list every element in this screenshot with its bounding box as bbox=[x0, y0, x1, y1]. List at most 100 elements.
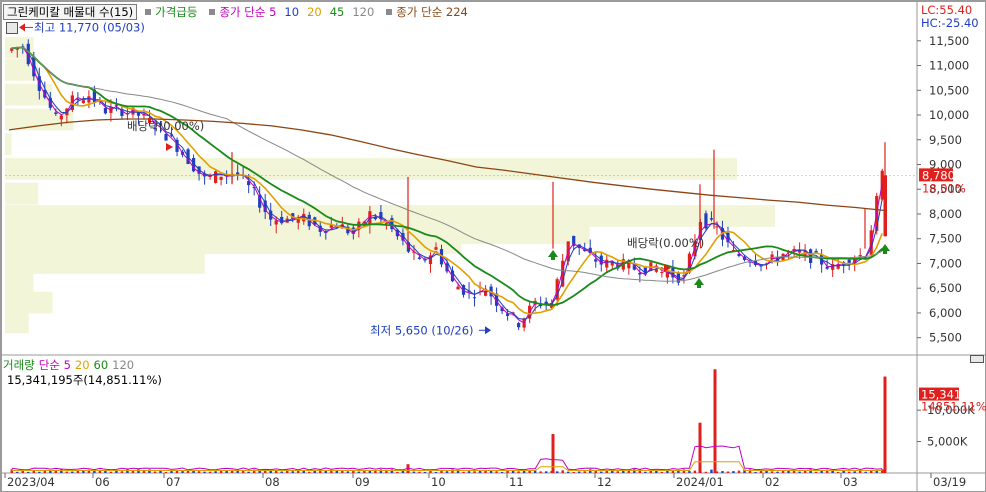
legend-square-icon bbox=[386, 9, 393, 15]
volume-bar bbox=[60, 469, 63, 473]
volume-bar bbox=[627, 470, 631, 473]
stock-chart[interactable]: 11,500 11,000 10,500 10,000 9,500 9,000 8,500 8… bbox=[0, 0, 986, 492]
price-tick-label: 7,500 bbox=[929, 232, 962, 246]
indicator-legend: 가격급등 종가 단순 5 10 20 45 120 종가 단순 224 bbox=[141, 4, 476, 20]
volume-bar bbox=[754, 472, 757, 473]
legend-item[interactable]: 종가 단순 224 bbox=[382, 5, 472, 19]
legend-label: 20 bbox=[307, 5, 322, 19]
volume-bar bbox=[418, 471, 421, 473]
volume-bar bbox=[713, 369, 717, 473]
volume-bar bbox=[555, 471, 559, 473]
volume-bar bbox=[814, 471, 818, 473]
legend-item[interactable]: 45 bbox=[330, 5, 349, 19]
volume-bar bbox=[644, 471, 647, 473]
volume-bar bbox=[396, 471, 399, 473]
candle-body bbox=[417, 257, 422, 259]
ma10-line bbox=[11, 46, 883, 320]
time-tick-label: 03/19 bbox=[933, 475, 966, 489]
volume-current-label: 15,341,195주(14,851.11%) bbox=[7, 373, 162, 387]
volume-legend-label: 120 bbox=[112, 358, 135, 372]
time-tick-label: 08 bbox=[265, 475, 280, 489]
ma5-line bbox=[11, 46, 883, 324]
legend-label: 종가 단순 224 bbox=[396, 5, 468, 19]
volume-indicator-legend: 거래량 단순 5 20 60 120 bbox=[3, 358, 138, 372]
volume-bar bbox=[467, 471, 471, 473]
candle-body bbox=[103, 108, 108, 114]
volume-bar bbox=[379, 469, 383, 473]
candle-body bbox=[236, 172, 240, 175]
panel-resize-icon[interactable] bbox=[970, 355, 984, 363]
volume-bar bbox=[308, 471, 311, 473]
volume-bar bbox=[54, 470, 58, 473]
volume-bar bbox=[660, 471, 664, 473]
candle-body bbox=[214, 171, 218, 183]
time-tick-label: 06 bbox=[95, 475, 110, 489]
volume-bar bbox=[710, 469, 713, 473]
ma20-line bbox=[11, 46, 883, 315]
candle-body bbox=[594, 259, 598, 262]
volume-bar bbox=[881, 469, 884, 473]
candle-body bbox=[638, 272, 642, 275]
legend-label: 45 bbox=[329, 5, 345, 19]
legend-item[interactable]: 20 bbox=[307, 5, 326, 19]
hc-label: HC:-25.40 bbox=[921, 16, 979, 30]
volume-bar bbox=[137, 469, 140, 473]
legend-item[interactable]: 가격급등 bbox=[141, 5, 201, 19]
volume-bar bbox=[578, 471, 581, 473]
candle-body bbox=[709, 218, 714, 220]
volume-bar bbox=[16, 471, 19, 473]
time-tick-label: 09 bbox=[355, 475, 370, 489]
volume-bar bbox=[473, 471, 476, 473]
price-profile-bar bbox=[5, 311, 29, 334]
chart-menu-icon[interactable] bbox=[6, 22, 18, 34]
volume-bar bbox=[682, 469, 686, 473]
chart-canvas[interactable]: 11,50011,00010,50010,0009,5009,0008,5008… bbox=[1, 1, 986, 492]
volume-bar bbox=[781, 470, 785, 473]
price-tick-label: 8,000 bbox=[929, 207, 962, 221]
volume-bar bbox=[748, 469, 752, 473]
volume-bar bbox=[732, 471, 735, 473]
candle-body bbox=[660, 272, 664, 274]
volume-bar bbox=[120, 471, 124, 473]
price-profile-bar bbox=[5, 108, 74, 131]
volume-bar bbox=[109, 471, 113, 473]
volume-bar bbox=[335, 470, 339, 473]
volume-bar bbox=[153, 471, 157, 473]
candle-body bbox=[858, 255, 862, 257]
volume-bar bbox=[726, 471, 730, 473]
volume-bar bbox=[688, 471, 691, 473]
volume-bar bbox=[770, 471, 774, 473]
legend-item[interactable]: 120 bbox=[352, 5, 378, 19]
volume-bar bbox=[759, 470, 763, 473]
volume-bar bbox=[214, 471, 217, 473]
volume-bar bbox=[489, 470, 493, 473]
volume-bar bbox=[65, 471, 69, 473]
volume-bar bbox=[148, 469, 151, 473]
volume-bar bbox=[423, 472, 427, 473]
volume-bar bbox=[82, 470, 85, 473]
volume-bar bbox=[27, 471, 30, 473]
volume-bar bbox=[875, 470, 878, 473]
price-tick-label: 5,500 bbox=[929, 331, 962, 345]
volume-tick-label: 5,000K bbox=[927, 435, 968, 449]
legend-item[interactable]: 10 bbox=[284, 5, 303, 19]
volume-bar bbox=[247, 471, 250, 473]
volume-bar bbox=[412, 471, 416, 473]
price-tick-label: 11,000 bbox=[929, 59, 969, 73]
legend-item[interactable]: 종가 단순 5 bbox=[205, 5, 280, 19]
volume-bar bbox=[561, 470, 564, 473]
chart-title-button[interactable]: 그린케미칼 매물대 수(15) bbox=[3, 4, 138, 20]
candle-body bbox=[81, 100, 85, 104]
time-tick-label: 03 bbox=[843, 475, 858, 489]
volume-bar bbox=[883, 376, 887, 473]
dividend-annotation: 배당락(0.00%) bbox=[127, 119, 204, 133]
price-tick-label: 10,500 bbox=[929, 83, 969, 97]
volume-bar bbox=[445, 471, 449, 473]
legend-square-icon bbox=[209, 9, 216, 15]
lc-label: LC:55.40 bbox=[921, 3, 972, 17]
surge-arrow-icon bbox=[548, 250, 558, 260]
time-tick-label: 2024/01 bbox=[676, 475, 724, 489]
volume-bar bbox=[605, 470, 608, 473]
candle-body bbox=[54, 112, 58, 114]
volume-legend: 거래량 단순 5 20 60 120 bbox=[3, 357, 142, 373]
